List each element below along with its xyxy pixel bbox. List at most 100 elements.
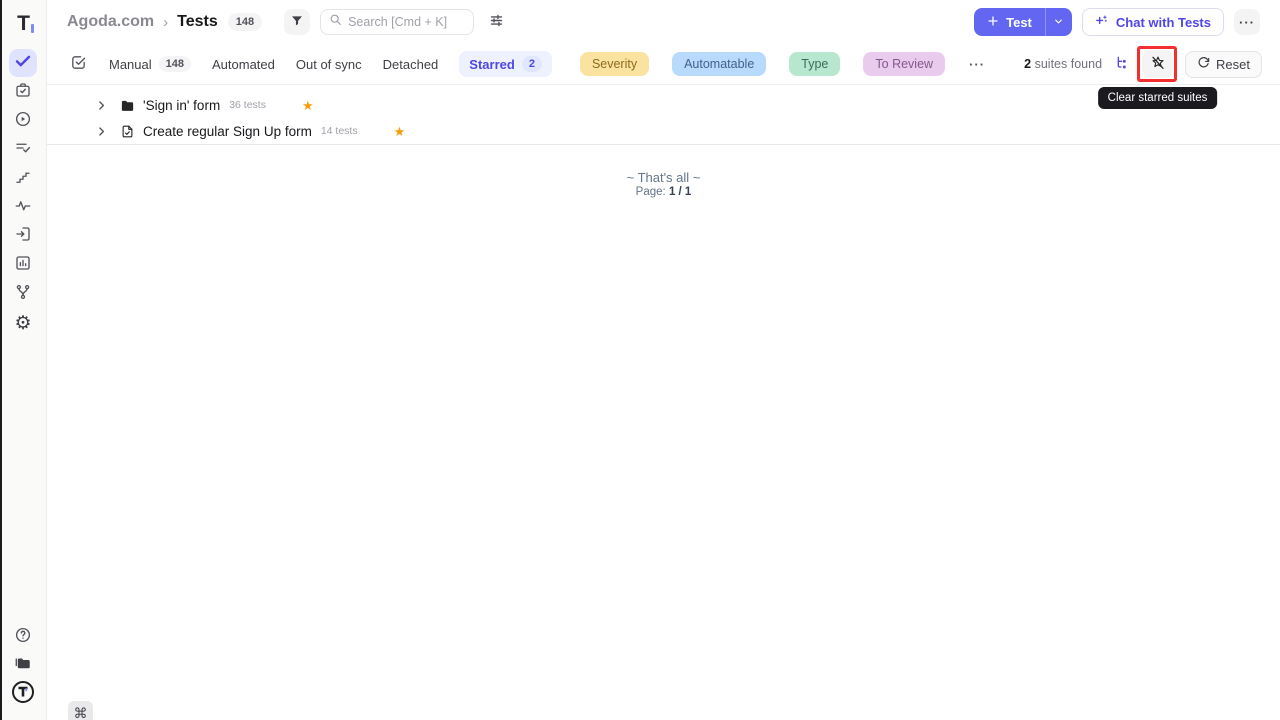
git-branch-icon [14,283,32,306]
plus-icon [987,15,999,30]
activity-icon [14,197,32,220]
tab-out-of-sync-label: Out of sync [296,57,362,72]
app-window: T ⚙ [0,0,1280,720]
results-count-label: suites found [1035,57,1102,71]
import-box-icon [14,225,32,248]
chip-severity[interactable]: Severity [580,52,649,76]
more-filters-button[interactable]: ··· [969,57,985,72]
sidebar-item-help[interactable] [9,623,37,651]
suite-title[interactable]: 'Sign in' form [143,98,220,113]
chip-type[interactable]: Type [789,52,840,76]
suites-list: 'Sign in' form 36 tests ★ Create regular… [47,85,1280,145]
checkbox-edit-icon [70,54,87,74]
gear-icon: ⚙ [14,314,31,333]
tab-manual[interactable]: Manual 148 [109,56,191,72]
tab-automated[interactable]: Automated [212,57,275,72]
tab-starred-label: Starred [469,57,515,72]
breadcrumb-separator: › [163,14,168,31]
help-circle-icon [14,626,32,649]
clear-starred-wrap: Clear starred suites [1142,50,1173,78]
sidebar-item-branches[interactable] [9,280,37,308]
stairs-icon [14,168,32,191]
reset-label: Reset [1216,57,1250,72]
sidebar-item-analytics[interactable] [9,194,37,222]
view-settings-button[interactable] [488,12,505,32]
sidebar-item-steps[interactable] [9,165,37,193]
search-box[interactable] [320,9,474,35]
filter-funnel-button[interactable] [284,9,310,35]
chat-with-tests-button[interactable]: Chat with Tests [1082,8,1224,36]
results-count-number: 2 [1024,57,1031,71]
breadcrumb-page-title: Tests [177,13,218,31]
folders-icon [14,654,32,677]
list-check-icon [14,139,32,162]
check-icon [14,52,32,75]
filter-tabs: Manual 148 Automated Out of sync Detache… [109,51,552,77]
briefcase-check-icon [14,81,32,104]
results-count-text: 2 suites found [1024,57,1102,71]
circle-t-logo-icon [11,680,35,709]
tab-manual-label: Manual [109,57,152,72]
tab-detached[interactable]: Detached [383,57,439,72]
screen-edge [0,0,2,720]
suite-row-create-sign-up-form[interactable]: Create regular Sign Up form 14 tests ★ [47,118,1280,144]
end-of-list-text: ~ That's all ~ [47,170,1280,185]
filter-chips: Severity Automatable Type To Review [580,52,945,76]
sidebar-item-import[interactable] [9,222,37,250]
tab-out-of-sync[interactable]: Out of sync [296,57,362,72]
sliders-icon [488,12,505,32]
chip-automatable[interactable]: Automatable [672,52,766,76]
pagination-text: Page: 1 / 1 [47,186,1280,198]
star-off-icon [1150,55,1166,74]
chevron-right-icon[interactable] [95,125,108,138]
tab-detached-label: Detached [383,57,439,72]
tab-starred-count: 2 [522,56,542,72]
header-more-button[interactable]: ··· [1234,9,1260,35]
refresh-icon [1197,56,1210,72]
chevron-right-icon[interactable] [95,99,108,112]
filter-toolbar: Manual 148 Automated Out of sync Detache… [47,44,1280,85]
sidebar-item-projects[interactable] [9,651,37,679]
new-test-button[interactable]: Test [974,8,1045,36]
star-icon[interactable]: ★ [394,125,406,138]
search-icon [329,13,342,31]
new-test-label: Test [1006,15,1032,30]
breadcrumb-project[interactable]: Agoda.com [67,13,154,31]
sidebar-item-reports[interactable] [9,251,37,279]
chip-to-review[interactable]: To Review [863,52,945,76]
folder-icon [120,98,135,113]
tree-view-toggle-button[interactable] [1113,53,1133,76]
new-test-dropdown-button[interactable] [1045,8,1072,36]
tests-count-badge: 148 [228,13,262,31]
bulk-edit-button[interactable] [70,54,87,74]
play-circle-icon [14,110,32,133]
sidebar-item-results[interactable] [9,136,37,164]
tab-manual-count: 148 [159,56,191,72]
bar-chart-box-icon [14,254,32,277]
suite-row-sign-in-form[interactable]: 'Sign in' form 36 tests ★ [47,92,1280,118]
tab-starred[interactable]: Starred 2 [459,51,552,77]
top-header: Agoda.com › Tests 148 Test [47,0,1280,44]
sidebar-item-brand[interactable] [9,680,37,708]
sidebar-item-tests[interactable] [9,49,37,77]
file-check-icon [120,124,135,139]
star-icon[interactable]: ★ [302,99,314,112]
search-input[interactable] [348,15,458,29]
page-label: Page: [636,186,666,198]
tab-automated-label: Automated [212,57,275,72]
new-test-split-button: Test [974,8,1072,36]
suite-tests-count: 36 tests [229,99,266,111]
clear-starred-button[interactable] [1142,50,1173,78]
left-sidebar: T ⚙ [0,0,47,720]
command-shortcut-button[interactable]: ⌘ [68,701,93,720]
suite-title[interactable]: Create regular Sign Up form [143,124,312,139]
reset-filters-button[interactable]: Reset [1185,51,1262,78]
logo-icon: T [17,13,30,34]
app-logo[interactable]: T [0,8,47,38]
funnel-icon [290,14,304,31]
page-value: 1 / 1 [669,186,691,198]
list-tree-icon [1115,55,1131,74]
sidebar-item-test-plans[interactable] [9,78,37,106]
sidebar-item-runs[interactable] [9,107,37,135]
sidebar-item-settings[interactable]: ⚙ [9,309,37,337]
